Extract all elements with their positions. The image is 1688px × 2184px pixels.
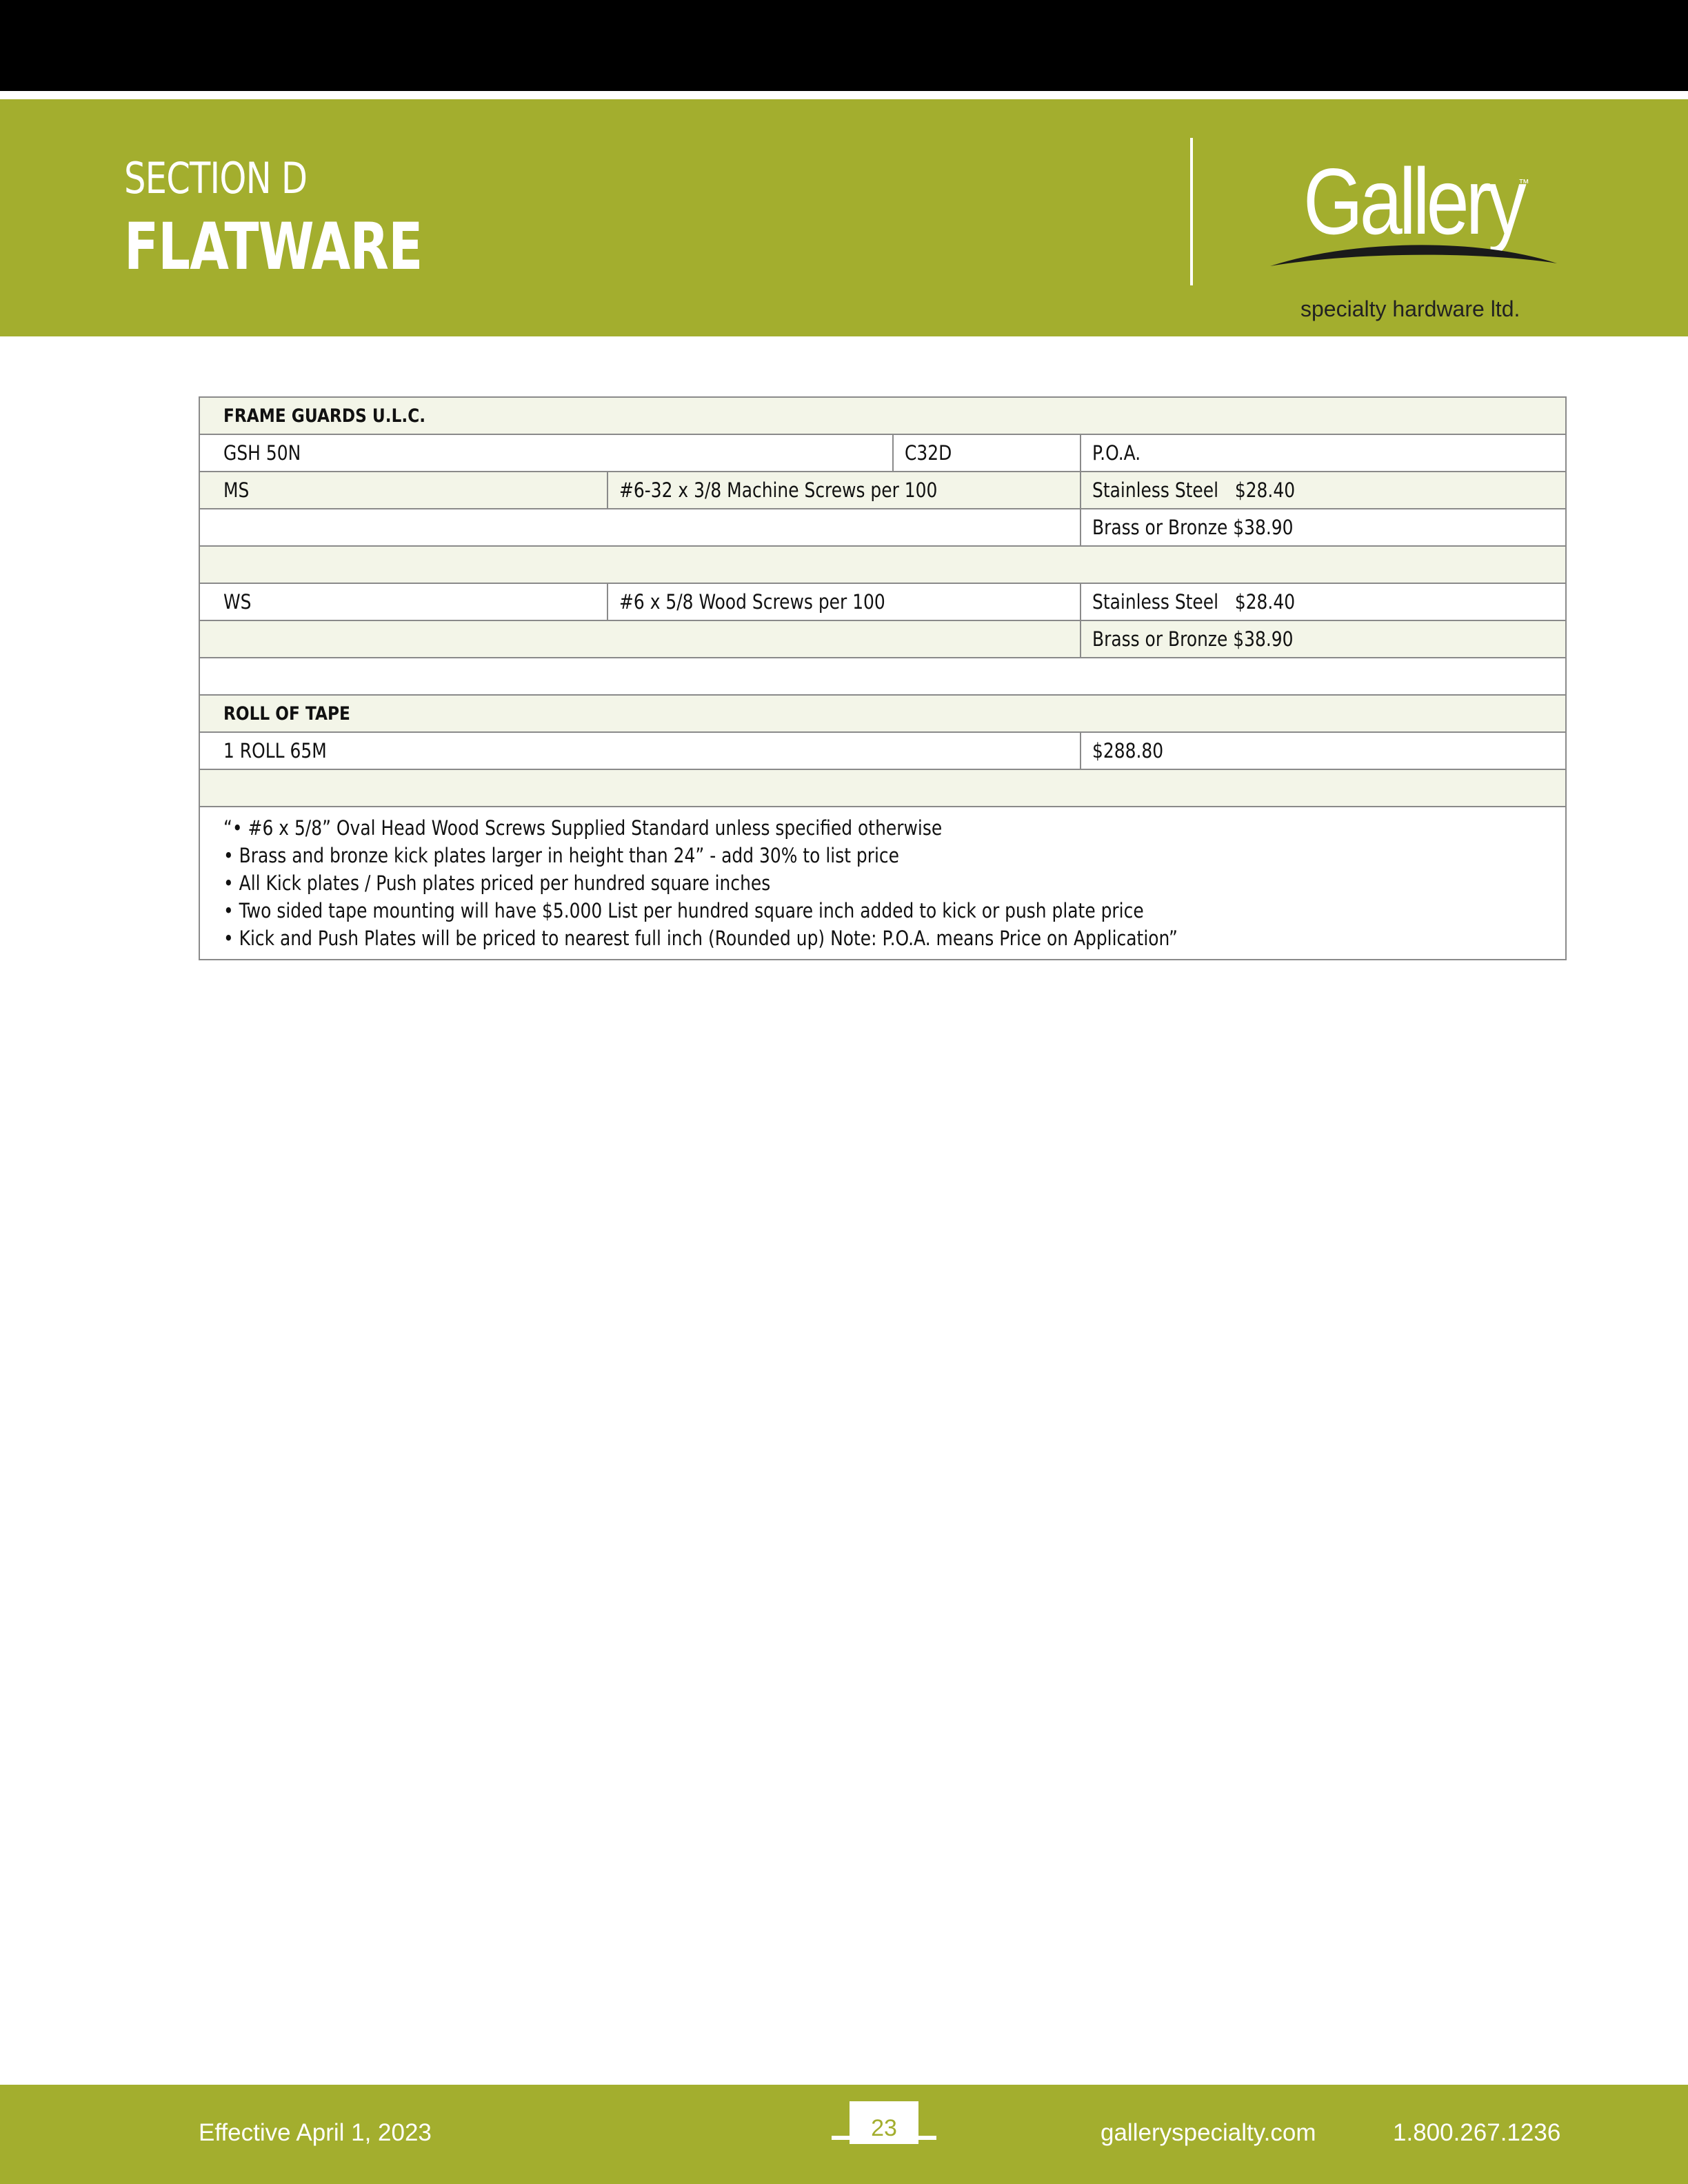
- table-row: “• #6 x 5/8” Oval Head Wood Screws Suppl…: [198, 806, 1567, 960]
- ws-desc-cell: #6 x 5/8 Wood Screws per 100: [607, 583, 1081, 621]
- page-footer: Effective April 1, 2023 23 galleryspecia…: [0, 2085, 1688, 2184]
- empty-cell: [199, 620, 1081, 658]
- ws-ss-price-cell: Stainless Steel $28.40: [1079, 583, 1567, 621]
- notes-cell: “• #6 x 5/8” Oval Head Wood Screws Suppl…: [198, 806, 1567, 960]
- table-row: 1 ROLL 65M $288.80: [199, 731, 1567, 770]
- frame-guards-heading: FRAME GUARDS U.L.C.: [198, 396, 1567, 435]
- logo-swoosh-icon: [1270, 245, 1557, 266]
- table-row: Brass or Bronze $38.90: [199, 620, 1567, 658]
- section-title: FLATWARE: [124, 210, 423, 285]
- note-line: • Brass and bronze kick plates larger in…: [223, 844, 899, 867]
- ms-brass-price-cell: Brass or Bronze $38.90: [1079, 508, 1567, 547]
- roll-of-tape-heading: ROLL OF TAPE: [198, 694, 1567, 733]
- model-cell: GSH 50N: [199, 434, 894, 472]
- table-row: ROLL OF TAPE: [198, 694, 1567, 733]
- section-label: SECTION D: [124, 153, 308, 203]
- table-row: WS #6 x 5/8 Wood Screws per 100 Stainles…: [199, 583, 1567, 621]
- ms-desc-cell: #6-32 x 3/8 Machine Screws per 100: [607, 471, 1081, 509]
- website-link[interactable]: galleryspecialty.com: [1101, 2119, 1316, 2147]
- effective-date: Effective April 1, 2023: [199, 2119, 432, 2146]
- table-row: GSH 50N C32D P.O.A.: [199, 434, 1567, 472]
- table-row: [198, 769, 1567, 807]
- ms-code-cell: MS: [199, 471, 608, 509]
- empty-cell: [198, 769, 1567, 807]
- table-row: FRAME GUARDS U.L.C.: [198, 396, 1567, 435]
- phone-number: 1.800.267.1236: [1393, 2119, 1561, 2146]
- table-row: [198, 545, 1567, 584]
- ws-code-cell: WS: [199, 583, 608, 621]
- empty-cell: [198, 657, 1567, 696]
- logo-trademark: ™: [1518, 178, 1529, 190]
- page-number: 23: [850, 2101, 918, 2144]
- table-row: [198, 657, 1567, 696]
- note-line: • All Kick plates / Push plates priced p…: [223, 871, 771, 895]
- header-divider: [1190, 138, 1193, 285]
- price-cell: P.O.A.: [1079, 434, 1567, 472]
- tape-price-cell: $288.80: [1079, 731, 1567, 770]
- table-row: MS #6-32 x 3/8 Machine Screws per 100 St…: [199, 471, 1567, 509]
- gallery-logo: Gallery ™ specialty hardware ltd.: [1269, 141, 1558, 321]
- top-black-bar: [0, 0, 1688, 91]
- ms-ss-price-cell: Stainless Steel $28.40: [1079, 471, 1567, 509]
- note-line: “• #6 x 5/8” Oval Head Wood Screws Suppl…: [223, 816, 943, 840]
- section-header: SECTION D FLATWARE Gallery ™ specialty h…: [0, 99, 1688, 336]
- table-row: Brass or Bronze $38.90: [199, 508, 1567, 547]
- empty-cell: [198, 545, 1567, 584]
- page-dash-right: [909, 2136, 936, 2140]
- logo-tagline: specialty hardware ltd.: [1300, 296, 1520, 321]
- note-line: • Kick and Push Plates will be priced to…: [223, 927, 1178, 950]
- empty-cell: [199, 508, 1081, 547]
- ws-brass-price-cell: Brass or Bronze $38.90: [1079, 620, 1567, 658]
- note-line: • Two sided tape mounting will have $5.0…: [223, 899, 1144, 922]
- finish-cell: C32D: [892, 434, 1081, 472]
- tape-item-cell: 1 ROLL 65M: [199, 731, 1081, 770]
- price-table: FRAME GUARDS U.L.C. GSH 50N C32D P.O.A. …: [198, 396, 1567, 960]
